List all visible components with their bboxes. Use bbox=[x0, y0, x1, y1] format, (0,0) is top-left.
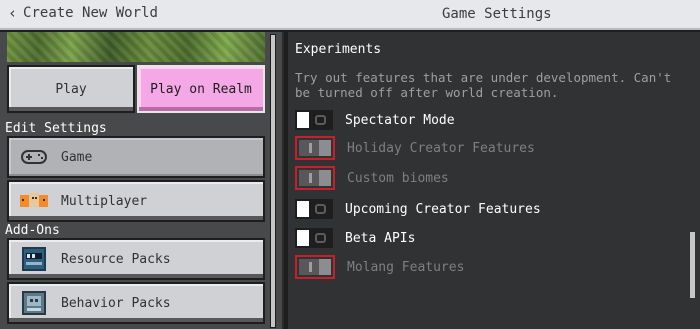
left-scrollbar-thumb[interactable] bbox=[270, 34, 276, 328]
nav-item-resource-packs[interactable]: Resource Packs bbox=[7, 238, 265, 280]
toggle-label: Spectator Mode bbox=[345, 112, 455, 128]
toggle-row-upcoming-creator-features: Upcoming Creator Features bbox=[295, 197, 541, 221]
toggle-row-molang-features: Molang Features bbox=[295, 255, 464, 279]
nav-item-label: Multiplayer bbox=[61, 193, 148, 209]
experiments-heading: Experiments bbox=[295, 42, 382, 57]
page-title: Game Settings bbox=[442, 6, 552, 22]
controller-icon bbox=[19, 145, 49, 169]
toggle-row-spectator-mode: Spectator Mode bbox=[295, 108, 455, 132]
toggle-label: Custom biomes bbox=[347, 170, 449, 186]
toggle-label: Molang Features bbox=[347, 259, 465, 275]
toggle-row-beta-apis: Beta APIs bbox=[295, 226, 415, 250]
upcoming-creator-features-toggle[interactable] bbox=[295, 199, 333, 219]
toggle-label: Upcoming Creator Features bbox=[345, 201, 541, 217]
nav-item-multiplayer[interactable]: Multiplayer bbox=[7, 180, 265, 222]
spectator-mode-toggle[interactable] bbox=[295, 110, 333, 130]
nav-item-game[interactable]: Game bbox=[7, 136, 265, 178]
toggle-row-holiday-creator-features: Holiday Creator Features bbox=[295, 136, 535, 160]
beta-apis-toggle[interactable] bbox=[295, 228, 333, 248]
right-scrollbar-thumb[interactable] bbox=[690, 232, 695, 298]
play-buttons: Play Play on Realm bbox=[7, 65, 265, 113]
nav-item-behavior-packs[interactable]: Behavior Packs bbox=[7, 282, 265, 324]
game-settings-panel: Experiments Try out features that are un… bbox=[286, 32, 700, 329]
nav-item-label: Game bbox=[61, 149, 93, 165]
back-button[interactable]: ‹ Create New World bbox=[8, 5, 158, 21]
custom-biomes-toggle bbox=[295, 166, 335, 190]
experiments-description: Try out features that are under developm… bbox=[295, 70, 672, 100]
top-bar: ‹ Create New World Game Settings bbox=[0, 0, 700, 30]
multiplayer-icon bbox=[19, 189, 49, 213]
toggle-row-custom-biomes: Custom biomes bbox=[295, 166, 449, 190]
nav-item-label: Behavior Packs bbox=[61, 295, 171, 311]
edit-settings-heading: Edit Settings bbox=[5, 121, 107, 136]
play-button[interactable]: Play bbox=[7, 65, 135, 113]
back-label: Create New World bbox=[23, 5, 158, 21]
toggle-label: Holiday Creator Features bbox=[347, 140, 535, 156]
nav-item-label: Resource Packs bbox=[61, 251, 171, 267]
chevron-left-icon: ‹ bbox=[8, 3, 18, 22]
left-panel: Play Play on Realm Edit Settings Game Mu… bbox=[0, 32, 284, 329]
world-preview-image bbox=[7, 32, 265, 62]
molang-features-toggle bbox=[295, 255, 335, 279]
holiday-creator-features-toggle bbox=[295, 136, 335, 160]
toggle-label: Beta APIs bbox=[345, 230, 416, 246]
behavior-pack-icon bbox=[19, 291, 49, 315]
add-ons-heading: Add-Ons bbox=[5, 223, 60, 238]
resource-pack-icon bbox=[19, 247, 49, 271]
play-on-realm-button[interactable]: Play on Realm bbox=[137, 65, 265, 113]
